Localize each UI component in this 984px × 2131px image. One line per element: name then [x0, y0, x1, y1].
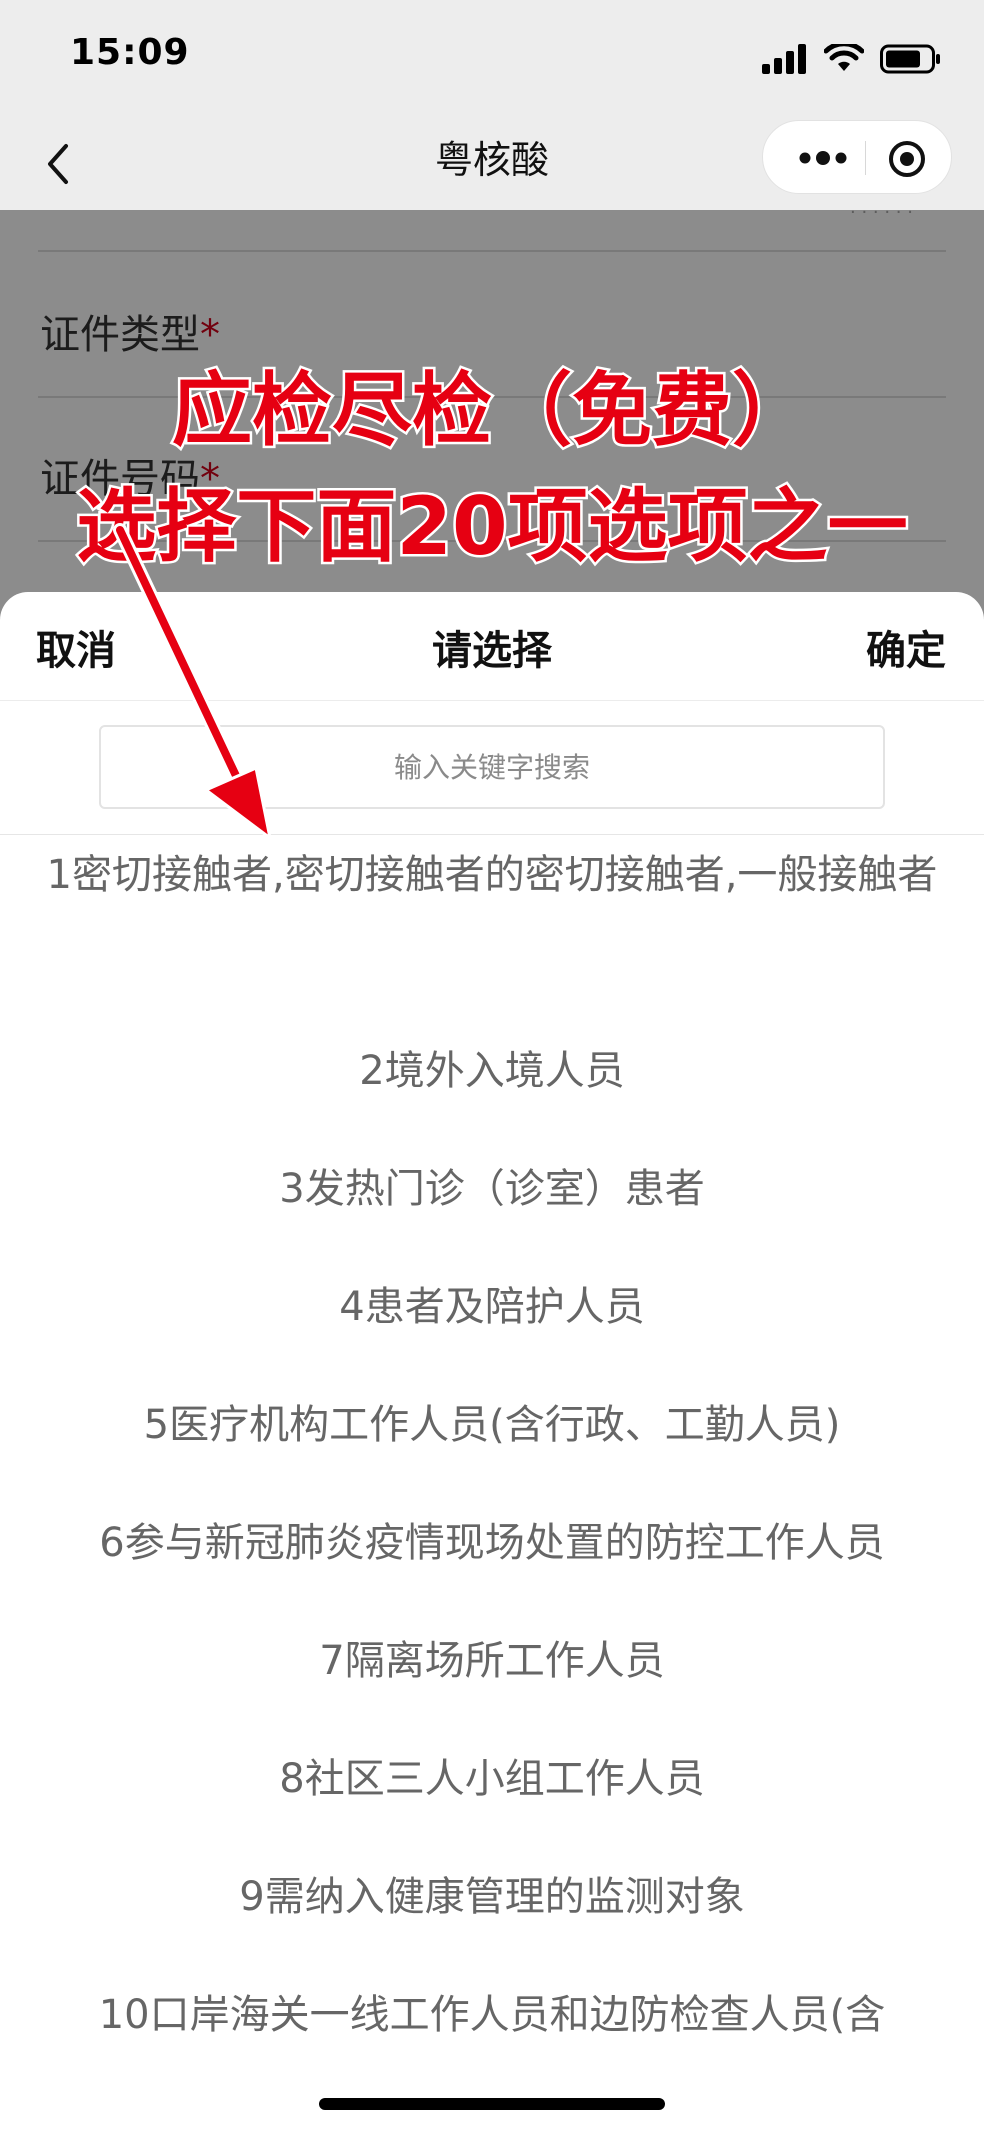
option-item[interactable]: 3发热门诊（诊室）患者: [40, 1160, 944, 1218]
annotation-subheadline: 选择下面20项选项之一: [74, 478, 910, 576]
nav-bar: 粤核酸: [0, 120, 984, 210]
more-dots-icon[interactable]: [795, 143, 851, 173]
picker-header: 取消 请选择 确定: [0, 592, 984, 701]
option-item[interactable]: 6参与新冠肺炎疫情现场处置的防控工作人员: [40, 1514, 944, 1572]
capsule-divider: [865, 141, 866, 175]
picker-sheet: 取消 请选择 确定 1密切接触者,密切接触者的密切接触者,一般接触者 2境外入境…: [0, 592, 984, 2131]
close-miniprogram-icon[interactable]: [887, 139, 927, 179]
cellular-signal-icon: [762, 44, 806, 74]
option-item[interactable]: 2境外入境人员: [40, 1042, 944, 1100]
search-input[interactable]: [99, 725, 885, 809]
home-indicator: [319, 2098, 665, 2110]
option-item[interactable]: 1密切接触者,密切接触者的密切接触者,一般接触者: [40, 846, 944, 904]
option-item[interactable]: 9需纳入健康管理的监测对象: [40, 1868, 944, 1926]
option-item[interactable]: 7隔离场所工作人员: [40, 1632, 944, 1690]
picker-title: 请选择: [432, 628, 552, 674]
status-icons: [762, 44, 942, 74]
battery-icon: [880, 44, 940, 74]
wifi-icon: [824, 44, 864, 71]
option-item[interactable]: 8社区三人小组工作人员: [40, 1750, 944, 1808]
miniprogram-capsule: [762, 120, 952, 194]
option-item[interactable]: 5医疗机构工作人员(含行政、工勤人员): [40, 1396, 944, 1454]
annotation-headline: 应检尽检（免费）: [170, 362, 815, 460]
option-item[interactable]: 10口岸海关一线工作人员和边防检查人员(含: [40, 1986, 944, 2044]
status-bar: 15:09: [0, 0, 984, 120]
search-bar: [0, 701, 984, 835]
option-item[interactable]: 4患者及陪护人员: [40, 1278, 944, 1336]
option-list[interactable]: 1密切接触者,密切接触者的密切接触者,一般接触者 2境外入境人员 3发热门诊（诊…: [0, 835, 984, 2131]
status-time: 15:09: [70, 32, 190, 73]
cancel-button[interactable]: 取消: [36, 618, 116, 676]
confirm-button[interactable]: 确定: [866, 618, 946, 676]
